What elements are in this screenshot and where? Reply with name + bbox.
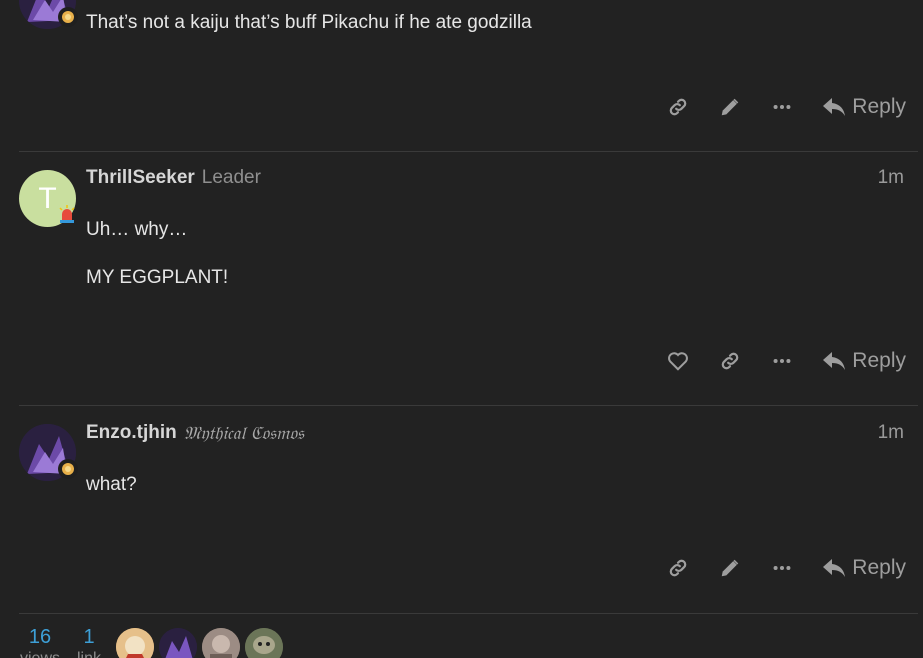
- participant-avatar[interactable]: [202, 628, 240, 658]
- username[interactable]: Enzo.tjhin: [86, 422, 177, 444]
- links-stat[interactable]: 1 link: [75, 624, 103, 658]
- views-label: views: [19, 650, 61, 658]
- post-meta: Enzo.tjhin 𝔐𝔶𝔱𝔥𝔦𝔠𝔞𝔩 ℭ𝔬𝔰𝔪𝔬𝔰 1m: [86, 421, 904, 445]
- user-title: 𝔐𝔶𝔱𝔥𝔦𝔠𝔞𝔩 ℭ𝔬𝔰𝔪𝔬𝔰: [183, 422, 304, 444]
- post-body: That’s not a kaiju that’s buff Pikachu i…: [86, 12, 532, 33]
- post-meta: ThrillSeeker Leader 1m: [86, 166, 904, 190]
- user-title: Leader: [201, 167, 261, 188]
- link-icon[interactable]: [704, 341, 756, 381]
- reply-label: Reply: [852, 349, 906, 372]
- like-icon[interactable]: [652, 341, 704, 381]
- flair-icon: [58, 7, 78, 27]
- topic-map: 16 views 1 link: [19, 624, 918, 658]
- reply-icon: [823, 98, 846, 116]
- avatar-letter: T: [38, 182, 57, 215]
- post-1: That’s not a kaiju that’s buff Pikachu i…: [19, 0, 918, 150]
- reply-icon: [823, 352, 846, 370]
- participant-avatar[interactable]: [159, 628, 197, 658]
- edit-icon[interactable]: [704, 548, 756, 588]
- flair-icon: [58, 459, 78, 479]
- post-2: T ThrillSeeker Leader 1m Uh… why… MY EGG…: [19, 152, 918, 404]
- post-divider: [19, 613, 918, 614]
- post-body: what?: [86, 474, 137, 495]
- siren-flair-icon: [57, 204, 77, 224]
- post-body-line-1: Uh… why…: [86, 219, 188, 240]
- views-count: 16: [28, 626, 52, 648]
- links-label: link: [75, 650, 103, 658]
- more-icon[interactable]: [756, 548, 808, 588]
- reply-icon: [823, 559, 846, 577]
- post-actions: Reply: [652, 548, 906, 588]
- more-icon[interactable]: [756, 341, 808, 381]
- post-time[interactable]: 1m: [878, 167, 904, 189]
- topic-page: That’s not a kaiju that’s buff Pikachu i…: [0, 0, 923, 658]
- reply-label: Reply: [852, 556, 906, 579]
- link-icon[interactable]: [652, 548, 704, 588]
- reply-button[interactable]: Reply: [822, 349, 906, 373]
- post-3: Enzo.tjhin 𝔐𝔶𝔱𝔥𝔦𝔠𝔞𝔩 ℭ𝔬𝔰𝔪𝔬𝔰 1m what? Repl…: [19, 406, 918, 612]
- post-body-line-2: MY EGGPLANT!: [86, 267, 229, 288]
- edit-icon[interactable]: [704, 87, 756, 127]
- post-time[interactable]: 1m: [878, 422, 904, 444]
- link-icon[interactable]: [652, 87, 704, 127]
- views-stat: 16 views: [19, 624, 61, 658]
- post-actions: Reply: [652, 87, 906, 127]
- reply-button[interactable]: Reply: [822, 556, 906, 580]
- links-count: 1: [83, 626, 95, 648]
- reply-button[interactable]: Reply: [822, 95, 906, 119]
- username[interactable]: ThrillSeeker: [86, 167, 195, 189]
- participant-avatar[interactable]: [245, 628, 283, 658]
- reply-label: Reply: [852, 95, 906, 118]
- more-icon[interactable]: [756, 87, 808, 127]
- post-actions: Reply: [652, 341, 906, 381]
- participant-avatar[interactable]: [116, 628, 154, 658]
